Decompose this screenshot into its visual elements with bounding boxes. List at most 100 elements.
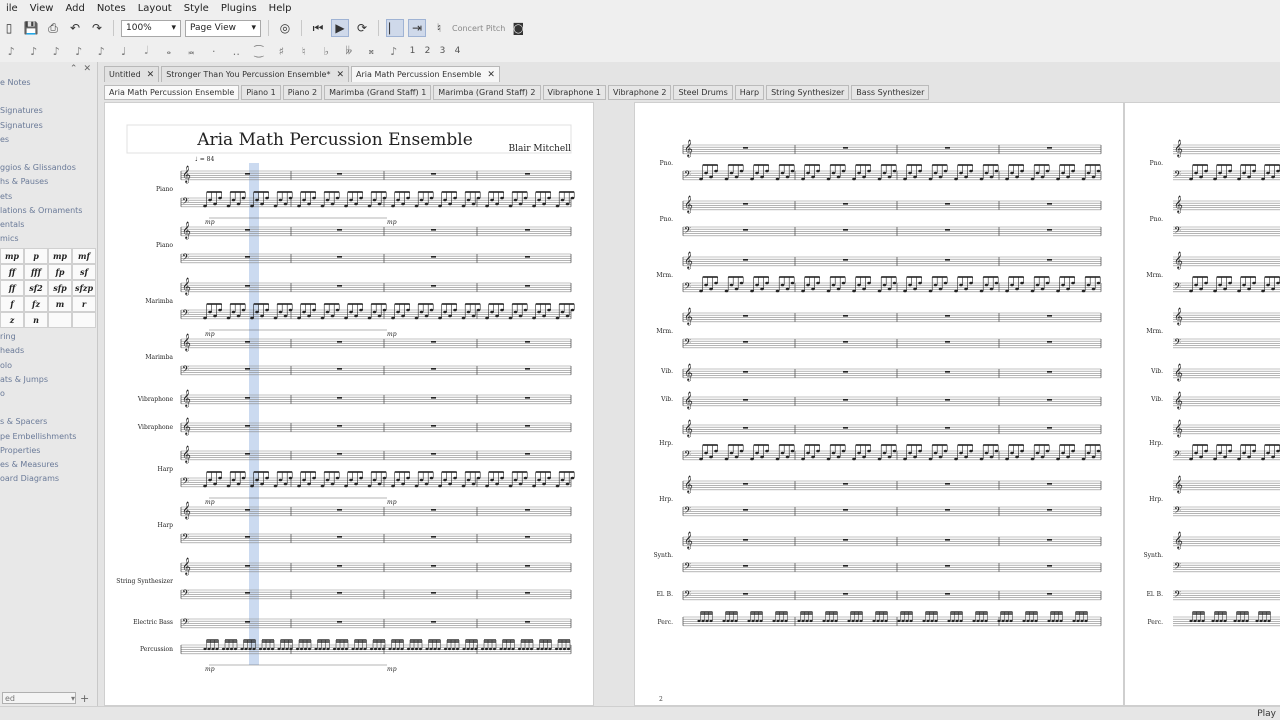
save-icon[interactable]: 💾 <box>22 19 40 37</box>
part-tab[interactable]: String Synthesizer <box>766 85 850 100</box>
score-page-2[interactable]: 𝄞 𝄢 𝄞 𝄢 𝄞 𝄢 𝄞 𝄢 𝄞 𝄞 𝄞 𝄢 𝄞 𝄢 𝄞 𝄢 𝄢 Pno. Pno. Mrm. Mrm. Vib. Vib… <box>634 102 1124 706</box>
palette-item[interactable]: ets <box>0 190 97 204</box>
voice-2-button[interactable]: 2 <box>420 46 435 56</box>
palette-item[interactable]: e Notes <box>0 76 97 90</box>
palette-item[interactable]: Signatures <box>0 119 97 133</box>
close-icon[interactable]: ✕ <box>487 70 495 80</box>
voice-4-button[interactable]: 4 <box>450 46 465 56</box>
dynamic-cell[interactable]: n <box>24 312 48 329</box>
palette-item[interactable]: Signatures <box>0 104 97 118</box>
workspace-combo[interactable]: ed ▾ <box>2 692 76 704</box>
duration-4-icon[interactable]: ♪ <box>90 45 113 58</box>
rewind-icon[interactable]: ⏮ <box>309 19 327 37</box>
flip-icon[interactable]: ♪ <box>383 45 406 58</box>
dynamic-cell[interactable]: fz <box>24 296 48 313</box>
dynamic-cell[interactable]: ff <box>0 280 24 297</box>
palette-item[interactable]: es <box>0 133 97 147</box>
loop-icon[interactable]: ⟳ <box>353 19 371 37</box>
palette-item[interactable]: entals <box>0 218 97 232</box>
dynamic-cell[interactable] <box>48 312 72 329</box>
palette-item[interactable] <box>0 147 97 161</box>
part-tab[interactable]: Marimba (Grand Staff) 2 <box>433 85 541 100</box>
duration-9-icon[interactable]: · <box>203 45 226 58</box>
close-icon[interactable]: ✕ <box>147 70 155 80</box>
menu-help[interactable]: Help <box>263 3 298 14</box>
menu-layout[interactable]: Layout <box>132 3 178 14</box>
camera-icon[interactable]: ◙ <box>509 19 527 37</box>
score-page-3[interactable]: 𝄞 𝄢 𝄞 𝄢 𝄞 𝄢 𝄞 𝄢 𝄞 𝄞 𝄞 𝄢 𝄞 𝄢 𝄞 𝄢 𝄢 Pno. Pno. Mrm. Mrm. Vib. Vib… <box>1124 102 1280 706</box>
metronome-icon[interactable]: ♮ <box>430 19 448 37</box>
document-tab[interactable]: Stronger Than You Percussion Ensemble* ✕ <box>161 66 350 82</box>
dynamic-cell[interactable]: fp <box>48 264 72 281</box>
palette-item[interactable]: olo <box>0 359 97 373</box>
part-tab[interactable]: Steel Drums <box>673 85 733 100</box>
menu-add[interactable]: Add <box>59 3 90 14</box>
palette-item[interactable]: es & Measures <box>0 458 97 472</box>
palette-item[interactable]: Properties <box>0 444 97 458</box>
tie-icon[interactable]: ⁐ <box>248 45 271 58</box>
part-tab[interactable]: Piano 1 <box>241 85 281 100</box>
close-icon[interactable]: ✕ <box>83 64 91 74</box>
palette-item[interactable]: ats & Jumps <box>0 373 97 387</box>
palette-item[interactable]: heads <box>0 344 97 358</box>
palette-item[interactable]: lations & Ornaments <box>0 204 97 218</box>
play-icon[interactable]: ▶ <box>331 19 349 37</box>
dynamic-cell[interactable]: sf2 <box>24 280 48 297</box>
duration-3-icon[interactable]: ♪ <box>68 45 91 58</box>
document-tab[interactable]: Untitled ✕ <box>104 66 160 82</box>
dynamic-cell[interactable]: sf <box>72 264 96 281</box>
palette-item[interactable] <box>0 90 97 104</box>
dynamic-cell[interactable]: fff <box>24 264 48 281</box>
menu-ile[interactable]: ile <box>0 3 24 14</box>
part-tab[interactable]: Bass Synthesizer <box>851 85 930 100</box>
dynamic-cell[interactable]: sfzp <box>72 280 96 297</box>
part-tab[interactable]: Vibraphone 2 <box>607 85 672 100</box>
new-file-icon[interactable]: ▯ <box>0 19 18 37</box>
dynamic-cell[interactable] <box>72 312 96 329</box>
dynamic-cell[interactable]: ff <box>0 264 24 281</box>
palette-item[interactable]: mics <box>0 232 97 246</box>
palette-item[interactable]: ring <box>0 330 97 344</box>
midi-input-icon[interactable]: ◎ <box>276 19 294 37</box>
dynamic-cell[interactable]: sfp <box>48 280 72 297</box>
close-icon[interactable]: ✕ <box>336 70 344 80</box>
menu-style[interactable]: Style <box>178 3 215 14</box>
accidental-4-icon[interactable]: 𝄪 <box>360 44 383 58</box>
duration-2-icon[interactable]: ♪ <box>45 45 68 58</box>
undo-icon[interactable]: ↶ <box>66 19 84 37</box>
duration-1-icon[interactable]: ♪ <box>23 45 46 58</box>
dynamic-cell[interactable]: mp <box>48 248 72 265</box>
palette-item[interactable]: hs & Pauses <box>0 175 97 189</box>
palette-item[interactable]: o <box>0 387 97 401</box>
palette-item[interactable]: oard Diagrams <box>0 472 97 486</box>
concert-pitch-toggle[interactable]: Concert Pitch <box>452 24 505 33</box>
menu-plugins[interactable]: Plugins <box>215 3 263 14</box>
zoom-combo[interactable]: 100% ▾ <box>121 19 181 37</box>
menu-notes[interactable]: Notes <box>91 3 132 14</box>
print-icon[interactable]: ⎙ <box>44 19 62 37</box>
duration-8-icon[interactable]: 𝅜 <box>180 44 203 58</box>
palette-item[interactable]: pe Embellishments <box>0 430 97 444</box>
part-tab[interactable]: Vibraphone 1 <box>542 85 606 100</box>
document-tab[interactable]: Aria Math Percussion Ensemble ✕ <box>351 66 500 82</box>
dynamic-cell[interactable]: mp <box>0 248 24 265</box>
loop-out-icon[interactable]: ⇥ <box>408 19 426 37</box>
loop-in-icon[interactable]: ⎸ <box>386 19 404 37</box>
accidental-2-icon[interactable]: ♭ <box>315 45 338 58</box>
duration-0-icon[interactable]: ♪ <box>0 45 23 58</box>
palette-item[interactable] <box>0 401 97 415</box>
duration-10-icon[interactable]: ‥ <box>225 45 248 58</box>
palette-item[interactable]: ggios & Glissandos <box>0 161 97 175</box>
voice-3-button[interactable]: 3 <box>435 46 450 56</box>
accidental-1-icon[interactable]: ♮ <box>293 45 316 58</box>
pin-icon[interactable]: ⌃ <box>70 64 78 74</box>
voice-1-button[interactable]: 1 <box>405 46 420 56</box>
duration-7-icon[interactable]: 𝅝 <box>158 44 181 58</box>
part-tab[interactable]: Harp <box>734 85 765 100</box>
dynamic-cell[interactable]: r <box>72 296 96 313</box>
accidental-0-icon[interactable]: ♯ <box>270 45 293 58</box>
menu-view[interactable]: View <box>24 3 60 14</box>
score-canvas[interactable]: Aria Math Percussion Ensemble Blair Mitch… <box>98 102 1280 706</box>
redo-icon[interactable]: ↷ <box>88 19 106 37</box>
duration-6-icon[interactable]: 𝅗𝅥 <box>135 44 158 58</box>
